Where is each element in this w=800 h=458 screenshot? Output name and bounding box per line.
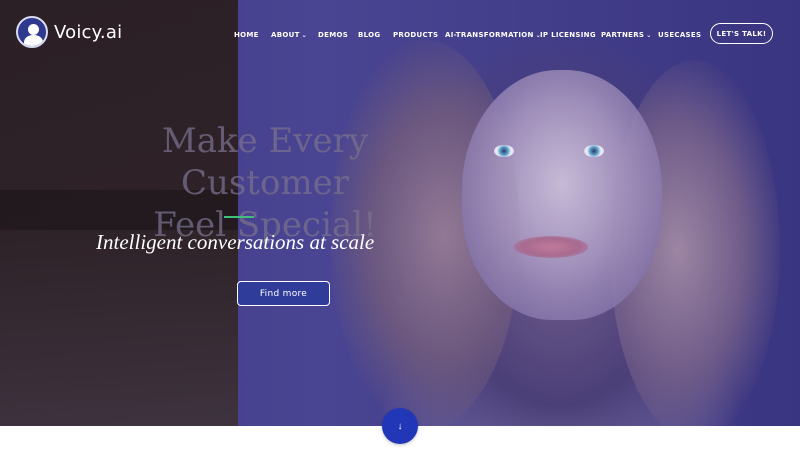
nav-item-ip-licensing[interactable]: IP LICENSING [540,30,596,40]
site-logo[interactable]: Voicy.ai [16,16,122,48]
nav-item-usecases[interactable]: USECASES [658,30,701,40]
hero-tagline: Intelligent conversations at scale [96,230,375,254]
hero-headline: Make Every Customer Feel Special! [80,120,450,246]
nav-item-demos[interactable]: DEMOS [318,30,348,40]
arrow-down-icon: ↓ [397,420,403,432]
nav-item-home[interactable]: HOME [234,30,259,40]
hero-photo-lips [514,236,588,258]
chevron-down-icon: ⌄ [301,32,307,39]
nav-item-ai-transformation[interactable]: AI-TRANSFORMATION ⌄ [445,30,541,41]
nav-item-partners[interactable]: PARTNERS ⌄ [601,30,652,41]
hero-photo-face [462,70,662,320]
lets-talk-button[interactable]: LET'S TALK! [710,23,773,44]
scroll-down-button[interactable]: ↓ [382,408,418,444]
find-more-button[interactable]: Find more [237,281,330,306]
hero-headline-line1: Make Every Customer [161,121,369,203]
chevron-down-icon: ⌄ [646,32,652,39]
hero-section: Make Every Customer Feel Special! Intell… [0,0,800,426]
nav-item-blog[interactable]: BLOG [358,30,380,40]
nav-item-about[interactable]: ABOUT ⌄ [271,30,307,41]
nav-item-products[interactable]: PRODUCTS [393,30,438,40]
logo-icon [16,16,48,48]
hero-photo-eye [494,145,514,157]
hero-photo-eye [584,145,604,157]
headline-divider [224,216,254,218]
brand-name: Voicy.ai [54,21,123,43]
